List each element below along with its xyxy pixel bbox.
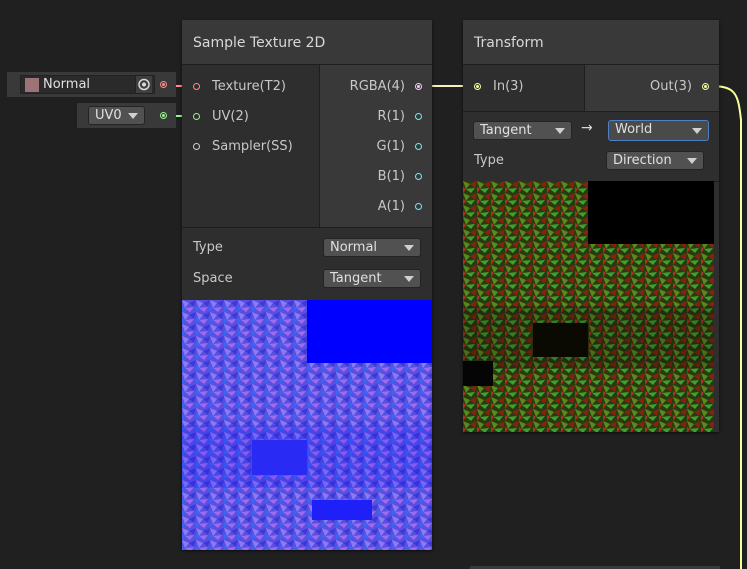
port-connector-icon[interactable] (415, 83, 422, 90)
input-ports: Texture(T2) UV(2) Sampler(SS) (182, 65, 320, 227)
type-value: Normal (330, 240, 378, 255)
port-label: G(1) (376, 139, 406, 154)
transform-type-dropdown[interactable]: Direction (606, 151, 704, 170)
to-space-value: World (615, 122, 653, 137)
object-picker-icon[interactable] (135, 76, 152, 93)
transform-node[interactable]: Transform In(3) Out(3) Tangent → World T… (463, 20, 719, 432)
preview-image (463, 181, 714, 432)
sample-texture-2d-node[interactable]: Sample Texture 2D Texture(T2) UV(2) Samp… (182, 20, 432, 550)
transform-type-value: Direction (613, 153, 672, 168)
chevron-down-icon (404, 245, 414, 251)
output-port-g[interactable]: G(1) (376, 139, 422, 154)
port-label: UV(2) (212, 109, 249, 124)
port-label: R(1) (377, 109, 405, 124)
normal-color-swatch (25, 78, 39, 92)
port-label: Texture(T2) (212, 79, 286, 94)
chevron-down-icon (692, 128, 702, 134)
port-label: Sampler(SS) (212, 139, 293, 154)
type-dropdown[interactable]: Normal (323, 238, 421, 257)
from-space-value: Tangent (480, 123, 532, 138)
port-label: A(1) (377, 199, 405, 214)
texture-field-label: Normal (43, 77, 91, 92)
node-settings: Type Normal Space Tangent (182, 228, 432, 301)
world-normal-preview (463, 181, 714, 432)
texture-field[interactable]: Normal (20, 75, 155, 94)
output-ports: Out(3) (585, 65, 719, 111)
output-port-r[interactable]: R(1) (378, 109, 422, 124)
port-connector-icon[interactable] (474, 83, 481, 90)
output-ports: RGBA(4) R(1) G(1) B(1) A(1) (320, 65, 432, 227)
port-connector-icon[interactable] (193, 113, 200, 120)
texture-inline-port-icon[interactable] (160, 81, 167, 88)
input-port-texture[interactable]: Texture(T2) (193, 79, 286, 94)
uv-inline-input[interactable]: UV0 (77, 103, 176, 128)
uv-channel-dropdown[interactable]: UV0 (88, 106, 145, 125)
to-space-dropdown[interactable]: World (608, 120, 709, 141)
port-label: RGBA(4) (349, 79, 405, 94)
input-port-uv[interactable]: UV(2) (193, 109, 249, 124)
port-label: B(1) (377, 169, 405, 184)
type-label: Type (193, 240, 223, 255)
texture-inline-input[interactable]: Normal (7, 72, 176, 97)
type-label: Type (474, 153, 504, 168)
output-port-b[interactable]: B(1) (378, 169, 422, 184)
node-settings: Tangent → World Type Direction (463, 112, 719, 182)
node-title[interactable]: Sample Texture 2D (182, 20, 432, 65)
arrow-right-icon: → (581, 120, 593, 136)
port-connector-icon[interactable] (193, 143, 200, 150)
node-title[interactable]: Transform (463, 20, 719, 65)
uv-inline-port-icon[interactable] (160, 112, 167, 119)
port-label: Out(3) (650, 79, 692, 94)
space-dropdown[interactable]: Tangent (323, 269, 421, 288)
port-area: Texture(T2) UV(2) Sampler(SS) RGBA(4) R(… (182, 65, 432, 228)
port-label: In(3) (493, 79, 524, 94)
input-port-sampler[interactable]: Sampler(SS) (193, 139, 293, 154)
port-connector-icon[interactable] (415, 173, 422, 180)
output-port-out[interactable]: Out(3) (650, 79, 709, 94)
space-label: Space (193, 271, 233, 286)
input-ports: In(3) (463, 65, 585, 111)
uv-channel-value: UV0 (95, 108, 122, 123)
output-port-a[interactable]: A(1) (378, 199, 422, 214)
normal-map-preview (182, 300, 432, 550)
port-area: In(3) Out(3) (463, 65, 719, 112)
space-value: Tangent (330, 271, 382, 286)
port-connector-icon[interactable] (702, 83, 709, 90)
chevron-down-icon (128, 113, 138, 119)
port-connector-icon[interactable] (415, 143, 422, 150)
preview-image (182, 300, 432, 550)
from-space-dropdown[interactable]: Tangent (473, 121, 572, 140)
port-connector-icon[interactable] (415, 203, 422, 210)
chevron-down-icon (404, 276, 414, 282)
port-connector-icon[interactable] (193, 83, 200, 90)
port-connector-icon[interactable] (415, 113, 422, 120)
chevron-down-icon (687, 158, 697, 164)
output-port-rgba[interactable]: RGBA(4) (350, 79, 422, 94)
chevron-down-icon (555, 128, 565, 134)
input-port-in[interactable]: In(3) (474, 79, 524, 94)
